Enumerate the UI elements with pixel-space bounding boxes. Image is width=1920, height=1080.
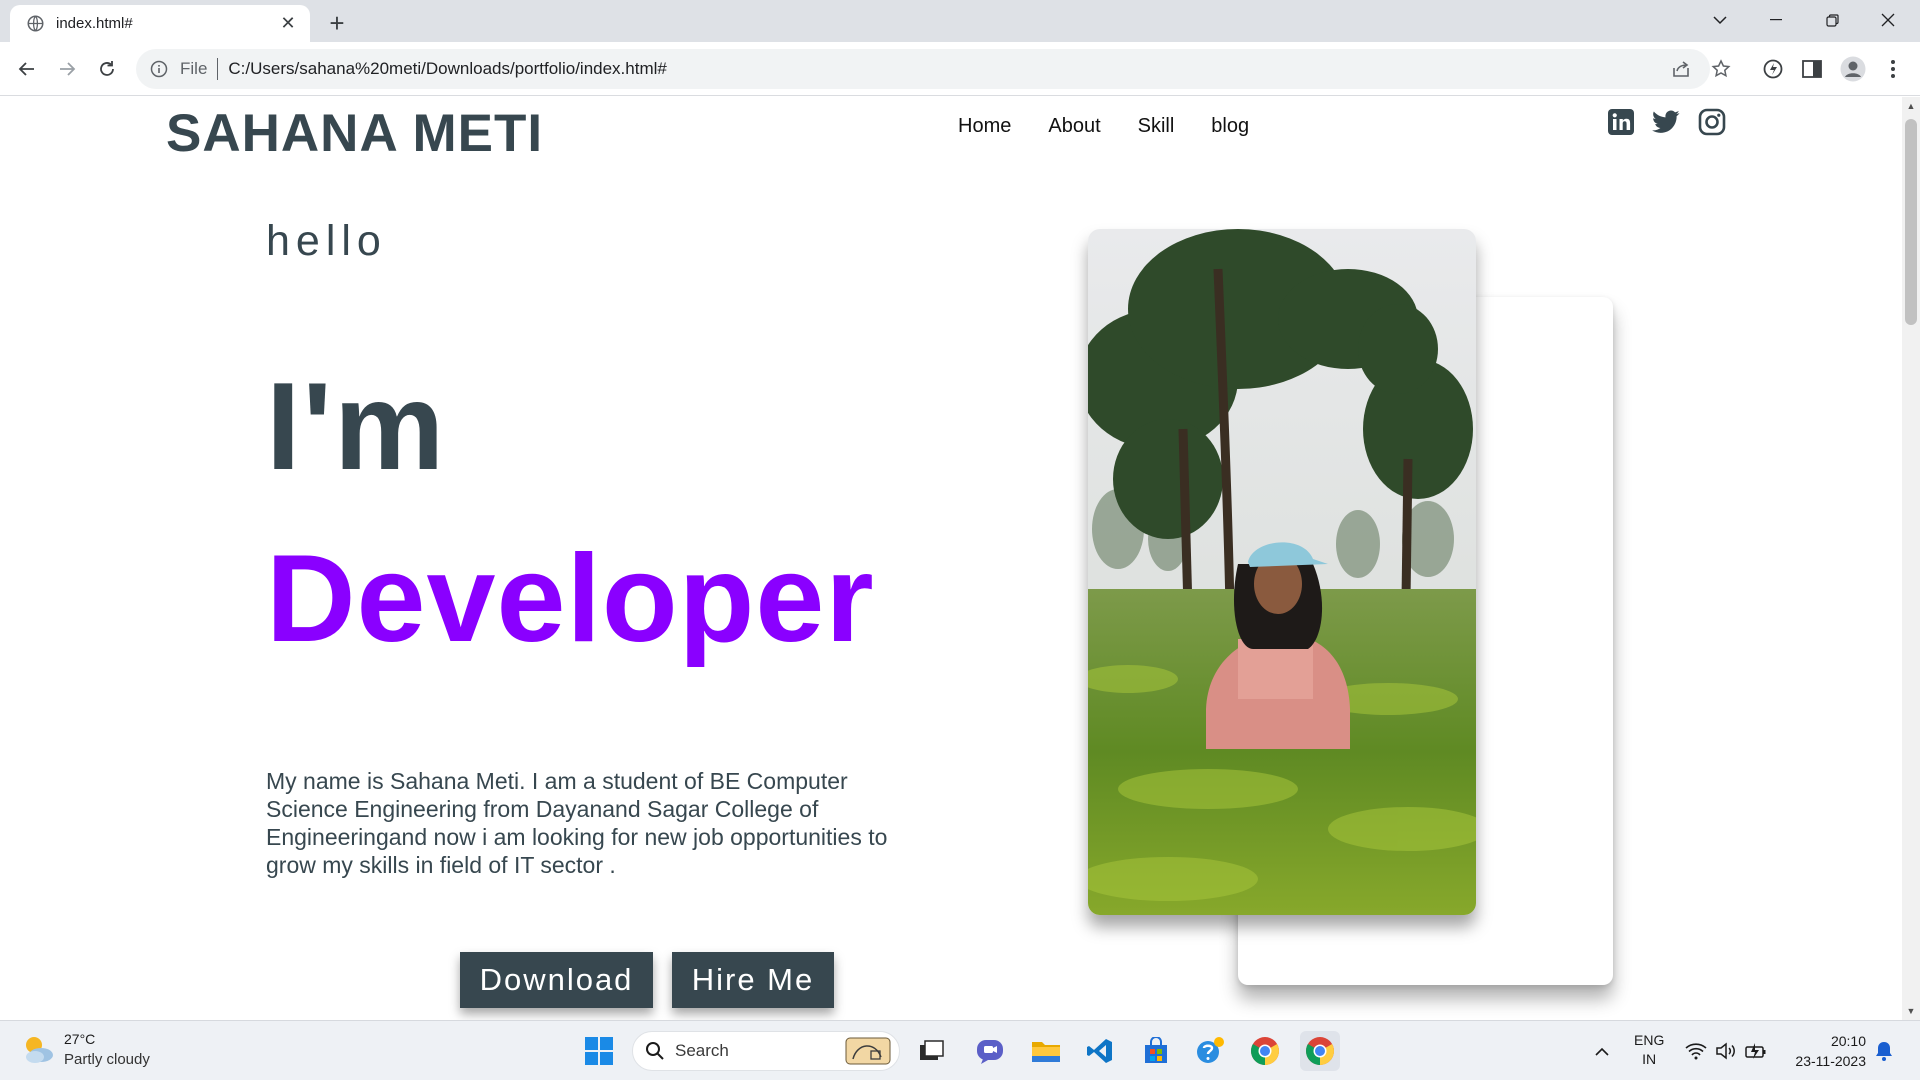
page-scrollbar[interactable]: ▲ ▼ xyxy=(1902,97,1920,1020)
volume-icon[interactable] xyxy=(1714,1039,1738,1063)
extension-icon[interactable] xyxy=(1758,54,1788,84)
clock-time: 20:10 xyxy=(1830,1033,1866,1049)
taskbar-search[interactable]: Search xyxy=(632,1031,900,1071)
hero-intro: I'm xyxy=(266,358,447,496)
close-window-button[interactable] xyxy=(1860,0,1916,40)
wifi-icon[interactable] xyxy=(1684,1039,1708,1063)
nav-about[interactable]: About xyxy=(1048,115,1100,138)
system-clock[interactable]: 20:10 23-11-2023 xyxy=(1782,1031,1866,1071)
search-highlight-icon xyxy=(845,1037,891,1065)
weather-temperature[interactable]: 27°C xyxy=(64,1031,95,1047)
hero-role: Developer xyxy=(266,530,875,668)
address-bar[interactable]: File C:/Users/sahana%20meti/Downloads/po… xyxy=(136,49,1710,89)
notification-bell-icon[interactable] xyxy=(1872,1039,1896,1063)
url-separator xyxy=(217,58,219,80)
download-button[interactable]: Download xyxy=(460,952,653,1008)
restore-button[interactable] xyxy=(1804,0,1860,40)
search-placeholder: Search xyxy=(675,1041,729,1060)
hero-greeting: hello xyxy=(266,217,387,265)
weather-condition[interactable]: Partly cloudy xyxy=(64,1051,150,1068)
browser-tab-strip: index.html# ✕ + xyxy=(0,0,1920,42)
microsoft-store-icon[interactable] xyxy=(1136,1031,1176,1071)
teams-chat-icon[interactable] xyxy=(970,1031,1010,1071)
more-menu-icon[interactable] xyxy=(1878,54,1908,84)
search-icon xyxy=(646,1042,664,1060)
profile-avatar-icon[interactable] xyxy=(1838,54,1868,84)
scroll-thumb[interactable] xyxy=(1905,119,1917,325)
clock-date: 23-11-2023 xyxy=(1795,1053,1866,1069)
info-icon[interactable] xyxy=(150,60,168,78)
scroll-down-arrow-icon[interactable]: ▼ xyxy=(1902,1002,1920,1020)
partly-cloudy-icon[interactable] xyxy=(20,1031,56,1067)
twitter-icon[interactable] xyxy=(1651,107,1681,137)
tab-search-icon[interactable] xyxy=(1692,0,1748,40)
scroll-up-arrow-icon[interactable]: ▲ xyxy=(1902,97,1920,115)
back-arrow-icon[interactable] xyxy=(12,54,42,84)
browser-tab[interactable]: index.html# ✕ xyxy=(10,5,310,42)
region-code: IN xyxy=(1642,1051,1657,1067)
windows-taskbar: 27°C Partly cloudy Search ENG IN 20:10 2… xyxy=(0,1020,1920,1080)
new-tab-button[interactable]: + xyxy=(322,8,352,38)
windows-start-icon[interactable] xyxy=(584,1036,614,1066)
tab-title: index.html# xyxy=(56,15,133,32)
side-panel-icon[interactable] xyxy=(1797,54,1827,84)
chrome-active-icon[interactable] xyxy=(1300,1031,1340,1071)
vscode-icon[interactable] xyxy=(1080,1031,1120,1071)
language-indicator[interactable]: ENG IN xyxy=(1634,1031,1664,1069)
bookmark-star-icon[interactable] xyxy=(1708,56,1734,82)
profile-photo xyxy=(1088,229,1476,915)
tray-overflow-chevron-icon[interactable] xyxy=(1590,1039,1614,1063)
file-explorer-icon[interactable] xyxy=(1026,1031,1066,1071)
reload-icon[interactable] xyxy=(92,54,122,84)
nav-skill[interactable]: Skill xyxy=(1138,115,1175,138)
task-view-icon[interactable] xyxy=(912,1031,952,1071)
url-scheme: File xyxy=(180,59,208,78)
site-nav: Home About Skill blog xyxy=(958,115,1249,138)
chrome-icon[interactable] xyxy=(1245,1031,1285,1071)
close-tab-icon[interactable]: ✕ xyxy=(278,13,298,34)
page-viewport: SAHANA METI Home About Skill blog hello … xyxy=(0,97,1920,1020)
nav-home[interactable]: Home xyxy=(958,115,1011,138)
url-text[interactable]: C:/Users/sahana%20meti/Downloads/portfol… xyxy=(228,59,666,79)
hero-bio: My name is Sahana Meti. I am a student o… xyxy=(266,768,888,878)
forward-arrow-icon[interactable] xyxy=(52,54,82,84)
browser-toolbar: File C:/Users/sahana%20meti/Downloads/po… xyxy=(0,42,1920,96)
nav-blog[interactable]: blog xyxy=(1211,115,1249,138)
tips-app-icon[interactable] xyxy=(1190,1031,1230,1071)
language-code: ENG xyxy=(1634,1032,1665,1048)
instagram-icon[interactable] xyxy=(1697,107,1727,137)
hire-me-button[interactable]: Hire Me xyxy=(672,952,834,1008)
globe-icon xyxy=(26,15,44,33)
share-icon[interactable] xyxy=(1668,56,1694,82)
battery-charging-icon[interactable] xyxy=(1744,1039,1768,1063)
minimize-button[interactable] xyxy=(1748,0,1804,40)
site-logo[interactable]: SAHANA METI xyxy=(166,103,543,164)
linkedin-icon[interactable] xyxy=(1606,107,1636,137)
